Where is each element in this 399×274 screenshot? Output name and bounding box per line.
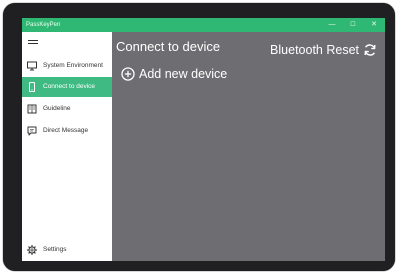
sidebar: System Environment Connect to device Gui… [22,32,112,261]
bluetooth-reset-label: Bluetooth Reset [270,43,359,57]
gear-icon [27,245,37,255]
app-window: PassKeyPen — ☐ ✕ System Environment Conn… [22,18,385,261]
sidebar-item-system-environment[interactable]: System Environment [22,56,112,76]
sidebar-item-label: Guideline [43,105,71,112]
book-icon [27,104,37,114]
sidebar-item-guideline[interactable]: Guideline [22,99,112,119]
title-bar: PassKeyPen — ☐ ✕ [22,18,385,32]
sidebar-item-label: Settings [43,246,67,253]
refresh-icon [364,44,376,56]
sidebar-item-connect-to-device[interactable]: Connect to device [22,77,112,97]
tablet-bezel: PassKeyPen — ☐ ✕ System Environment Conn… [3,3,395,271]
add-new-device-button[interactable]: Add new device [121,66,241,82]
add-new-device-label: Add new device [139,67,228,81]
sidebar-item-settings[interactable]: Settings [22,240,112,260]
bluetooth-reset-button[interactable]: Bluetooth Reset [265,42,377,58]
monitor-icon [27,61,37,71]
chat-icon [27,126,37,136]
sidebar-item-label: System Environment [43,62,103,69]
sidebar-item-direct-message[interactable]: Direct Message [22,121,112,141]
hamburger-icon[interactable] [28,40,38,47]
minimize-button[interactable]: — [321,18,343,32]
sidebar-item-label: Direct Message [43,127,89,134]
sidebar-item-label: Connect to device [43,83,96,90]
maximize-button[interactable]: ☐ [342,18,364,32]
phone-icon [29,82,35,92]
page-title: Connect to device [116,39,221,54]
app-title: PassKeyPen [26,22,61,28]
plus-circle-icon [121,67,135,81]
close-button[interactable]: ✕ [363,18,385,32]
